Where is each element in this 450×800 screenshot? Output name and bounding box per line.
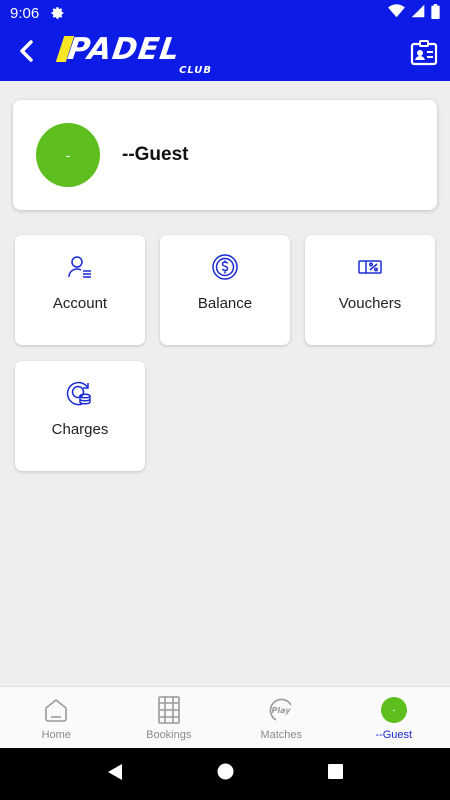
account-tile[interactable]: Account <box>15 235 145 345</box>
signal-icon <box>411 4 425 22</box>
padel-club-logo: PADEL CLUB <box>55 32 220 78</box>
chevron-left-icon <box>18 40 34 67</box>
nav-label-home: Home <box>41 729 71 741</box>
nav-label-matches: Matches <box>260 729 303 741</box>
system-recents-button[interactable] <box>315 754 355 794</box>
bottom-nav: Home Bookings Play Matches - --Guest <box>0 686 450 748</box>
back-button[interactable] <box>0 26 52 81</box>
balance-label: Balance <box>197 295 253 312</box>
id-card-icon <box>410 40 438 71</box>
profile-name: --Guest <box>122 144 189 165</box>
system-back-button[interactable] <box>95 754 135 794</box>
system-home-button[interactable] <box>205 754 245 794</box>
logo-sub-text: CLUB <box>179 65 212 76</box>
play-icon: Play <box>266 695 296 725</box>
profile-card-button[interactable] <box>410 39 440 69</box>
status-bar: 9:06 <box>0 0 450 26</box>
settings-gear-icon <box>51 6 65 20</box>
nav-item-home[interactable]: Home <box>0 687 113 748</box>
status-time: 9:06 <box>10 4 40 22</box>
balance-tile[interactable]: Balance <box>160 235 290 345</box>
nav-label-bookings: Bookings <box>146 729 192 741</box>
logo-main-text: PADEL <box>65 32 183 67</box>
charges-label: Charges <box>51 421 109 438</box>
dollar-coin-icon <box>211 253 239 281</box>
triangle-back-icon <box>107 763 123 786</box>
nav-item-matches[interactable]: Play Matches <box>225 687 338 748</box>
nav-avatar: - <box>379 695 409 725</box>
app-header: PADEL CLUB <box>0 26 450 81</box>
charges-tile[interactable]: Charges <box>15 361 145 471</box>
system-nav-bar <box>0 748 450 800</box>
nav-item-bookings[interactable]: Bookings <box>113 687 226 748</box>
vouchers-label: Vouchers <box>338 295 402 312</box>
voucher-percent-icon <box>356 253 384 281</box>
battery-icon <box>431 3 440 23</box>
profile-card[interactable]: - --Guest <box>13 100 437 210</box>
avatar: - <box>380 697 407 723</box>
nav-item-profile[interactable]: - --Guest <box>338 687 450 748</box>
vouchers-tile[interactable]: Vouchers <box>305 235 435 345</box>
home-icon <box>41 695 71 725</box>
svg-text:Play: Play <box>272 706 292 715</box>
circle-home-icon <box>217 763 234 785</box>
nav-label-profile: --Guest <box>375 729 413 741</box>
avatar: - <box>36 123 100 187</box>
wifi-icon <box>388 4 405 22</box>
coins-refresh-icon <box>66 379 94 407</box>
user-list-icon <box>66 253 94 281</box>
square-recents-icon <box>327 764 343 784</box>
court-icon <box>154 695 184 725</box>
account-label: Account <box>52 295 108 312</box>
